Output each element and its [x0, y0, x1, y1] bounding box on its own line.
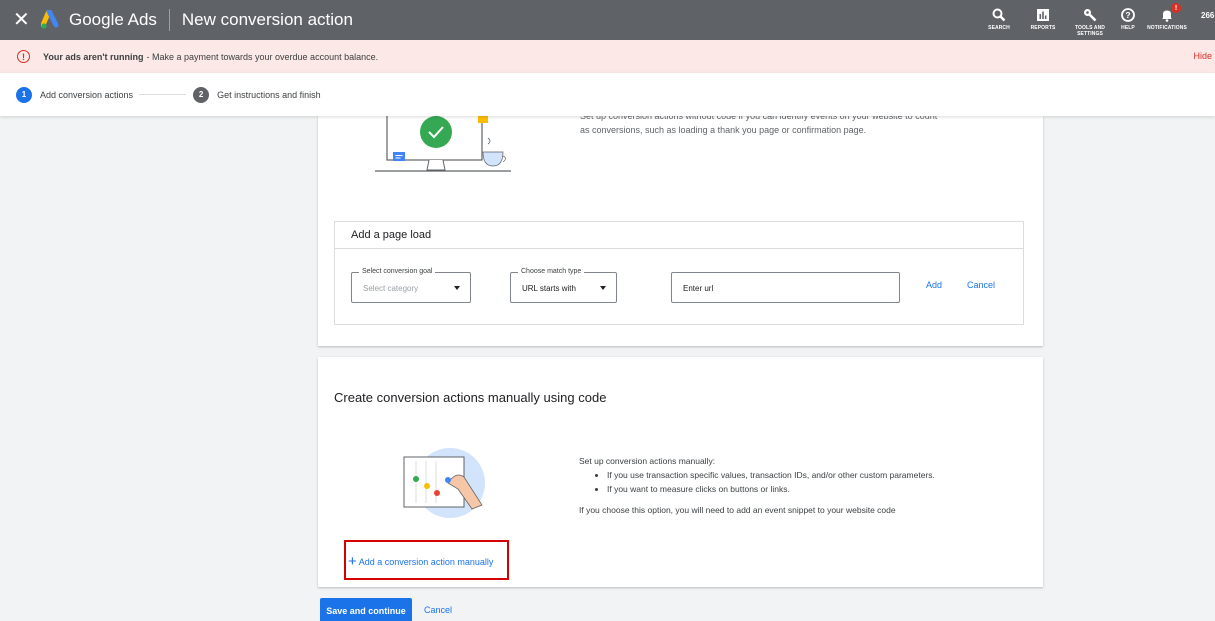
error-icon: ! — [17, 50, 30, 63]
alert-message: - Make a payment towards your overdue ac… — [146, 51, 379, 62]
add-page-load-panel: Add a page load Select conversion goal S… — [334, 221, 1024, 325]
save-and-continue-button[interactable]: Save and continue — [320, 598, 412, 621]
google-ads-logo-icon — [40, 8, 63, 30]
help-icon: ? — [1121, 8, 1135, 22]
requirements-list: If you use transaction specific values, … — [607, 468, 999, 496]
page-load-card: Set up conversion actions without code i… — [318, 109, 1043, 346]
svg-text:?: ? — [1125, 10, 1130, 20]
help-tool[interactable]: ? HELP — [1117, 0, 1139, 31]
chevron-down-icon — [600, 286, 606, 290]
list-item: If you want to measure clicks on buttons… — [607, 482, 999, 496]
alert-title: Your ads aren't running — [43, 51, 144, 62]
add-page-load-button[interactable]: Add — [926, 280, 942, 290]
match-type-select[interactable]: Choose match type URL starts with — [510, 268, 617, 303]
code-tags-illustration — [402, 447, 492, 519]
search-icon — [992, 8, 1006, 22]
toolbar: SEARCH REPORTS TOOLS AND SETTINGS ? HELP… — [984, 0, 1215, 40]
chevron-down-icon — [454, 286, 460, 290]
cancel-page-load-button[interactable]: Cancel — [967, 280, 995, 290]
conversion-goal-select[interactable]: Select conversion goal Select category — [351, 268, 471, 303]
manual-code-card: Create conversion actions manually using… — [318, 357, 1043, 587]
search-tool[interactable]: SEARCH — [984, 0, 1014, 31]
step-1-number: 1 — [16, 86, 32, 103]
highlight-box: + Add a conversion action manually — [344, 540, 509, 580]
stepper: 1 Add conversion actions 2 Get instructi… — [0, 73, 1215, 116]
alert-banner: ! Your ads aren't running - Make a payme… — [0, 40, 1215, 73]
url-input[interactable]: Enter url — [671, 272, 900, 303]
cancel-button[interactable]: Cancel — [424, 605, 452, 615]
page-load-heading: Add a page load — [335, 222, 1023, 249]
wrench-icon — [1083, 8, 1097, 22]
title-divider — [168, 9, 170, 31]
card-title: Create conversion actions manually using… — [334, 390, 607, 405]
monitor-illustration — [373, 109, 518, 174]
top-app-bar: ✕ Google Ads New conversion action SEARC… — [0, 0, 1215, 40]
reports-tool[interactable]: REPORTS — [1028, 0, 1058, 31]
step-1-label[interactable]: Add conversion actions — [40, 90, 133, 100]
page-title: New conversion action — [181, 10, 353, 29]
brand-name: Google Ads — [69, 10, 157, 29]
reports-icon — [1036, 8, 1050, 22]
manual-code-description: Set up conversion actions manually: If y… — [579, 454, 999, 517]
notifications-tool[interactable]: ! NOTIFICATIONS — [1147, 0, 1187, 31]
step-2-number: 2 — [193, 86, 210, 103]
plus-icon: + — [348, 553, 357, 570]
close-icon[interactable]: ✕ — [13, 10, 33, 30]
add-conversion-manually-button[interactable]: + Add a conversion action manually — [348, 553, 493, 570]
notification-badge: ! — [1171, 3, 1181, 13]
step-connector — [139, 94, 187, 95]
step-2-label[interactable]: Get instructions and finish — [217, 90, 321, 100]
tools-settings-tool[interactable]: TOOLS AND SETTINGS — [1072, 0, 1108, 37]
account-id[interactable]: 266 — [1201, 11, 1215, 20]
event-snippet-note: If you choose this option, you will need… — [579, 505, 896, 515]
list-item: If you use transaction specific values, … — [607, 468, 999, 482]
hide-alert-button[interactable]: Hide — [1193, 51, 1212, 61]
